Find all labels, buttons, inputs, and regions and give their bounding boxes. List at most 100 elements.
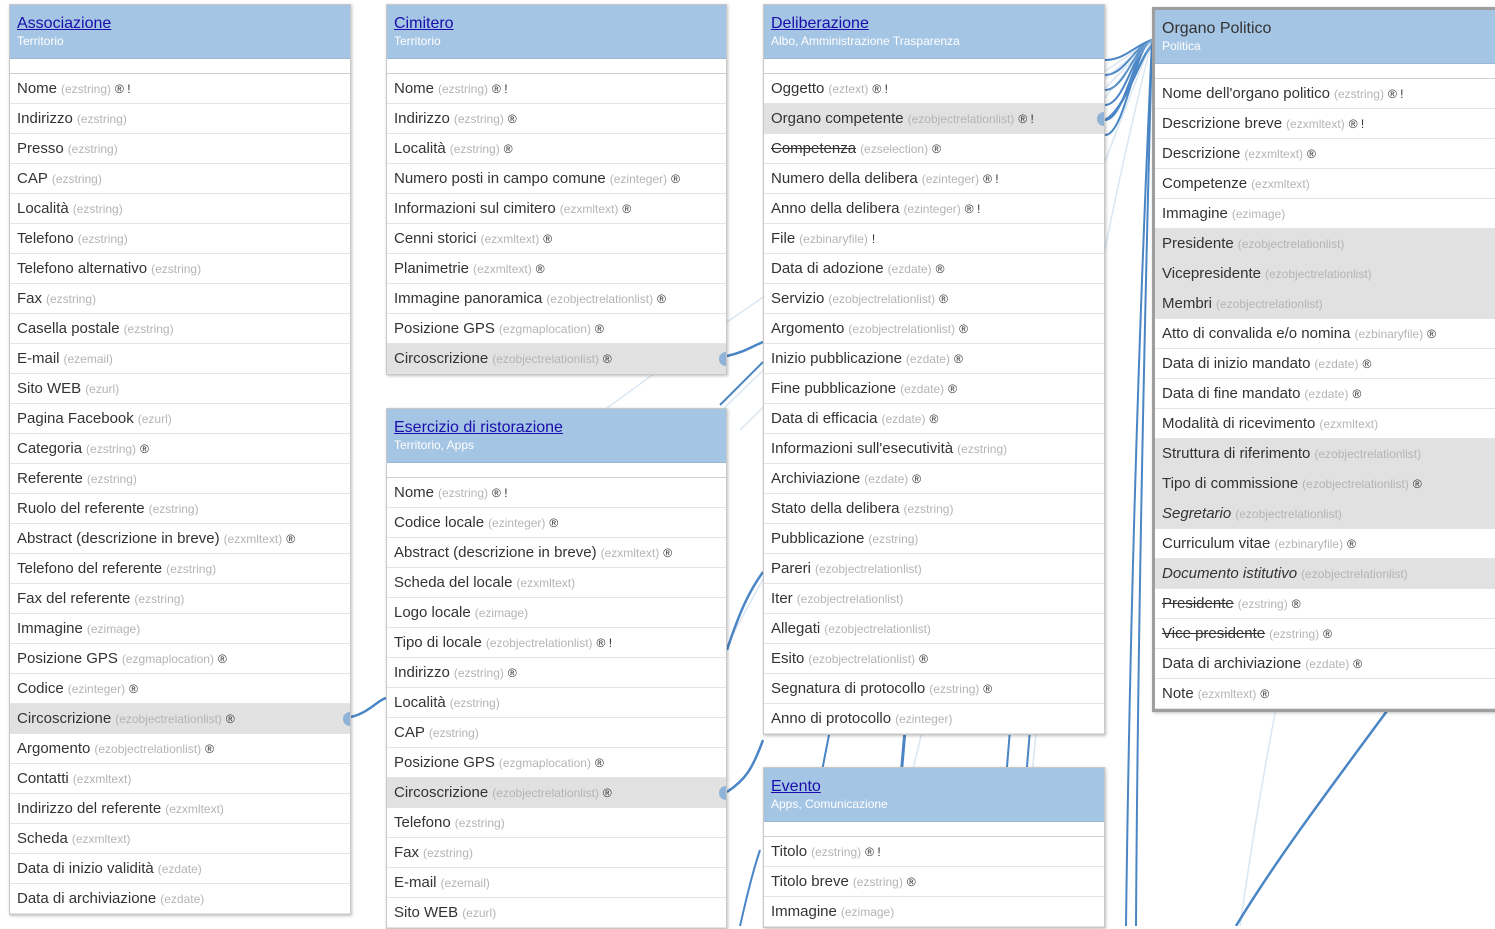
field-datatype: (ezinteger) — [609, 172, 668, 186]
field-name: CAP — [17, 170, 48, 187]
field-datatype: (ezstring) — [453, 112, 504, 126]
field-row[interactable]: Membri (ezobjectrelationlist) — [1155, 289, 1495, 319]
field-datatype: (ezstring) — [852, 875, 903, 889]
field-name: E-mail — [394, 874, 437, 891]
card-title-link[interactable]: Esercizio di ristorazione — [394, 418, 719, 437]
field-datatype: (ezdate) — [1304, 387, 1349, 401]
field-datatype: (ezstring) — [77, 232, 128, 246]
field-name: Categoria — [17, 440, 83, 457]
field-row[interactable]: Circoscrizione (ezobjectrelationlist) ® — [387, 344, 726, 374]
field-row[interactable]: Circoscrizione (ezobjectrelationlist) ® — [387, 778, 726, 808]
field-row[interactable]: Organo competente (ezobjectrelationlist) ®… — [764, 104, 1104, 134]
field-row: Data di archiviazione (ezdate) ® — [1155, 649, 1495, 679]
field-datatype: (ezurl) — [85, 382, 120, 396]
field-datatype: (ezobjectrelationlist) — [492, 786, 599, 800]
card-title-link[interactable]: Evento — [771, 777, 1097, 796]
field-datatype: (ezurl) — [462, 906, 497, 920]
card-title-link[interactable]: Associazione — [17, 14, 343, 33]
field-flags: ® — [935, 262, 945, 276]
class-card-associazione: Associazione Territorio Nome (ezstring) ® ! I… — [9, 4, 351, 915]
field-row[interactable]: Documento istitutivo (ezobjectrelationlis… — [1155, 559, 1495, 589]
field-name: Organo competente — [771, 110, 904, 127]
field-row: Descrizione breve (ezxmltext) ® ! — [1155, 109, 1495, 139]
field-name: Immagine — [17, 620, 83, 637]
field-flags: ® ! — [1018, 112, 1034, 126]
card-title-link[interactable]: Organo Politico — [1162, 19, 1492, 38]
field-name: Stato della delibera — [771, 500, 900, 517]
field-name: File — [771, 230, 796, 247]
field-row: Tipo di locale (ezobjectrelationlist) ® ! — [387, 628, 726, 658]
field-datatype: (ezobjectrelationlist) — [1235, 507, 1342, 521]
field-name: Circoscrizione — [394, 350, 489, 367]
class-card-esercizio-di-ristorazione: Esercizio di ristorazione Territorio, App… — [386, 408, 727, 929]
field-name: Inizio pubblicazione — [771, 350, 902, 367]
field-flags: ® ! — [964, 202, 981, 216]
field-row[interactable]: Circoscrizione (ezobjectrelationlist) ® — [10, 704, 350, 734]
field-row: Immagine (ezimage) — [764, 897, 1104, 927]
field-datatype: (ezobjectrelationlist) — [815, 562, 922, 576]
field-datatype: (ezobjectrelationlist) — [824, 622, 931, 636]
field-flags: ® ! — [865, 845, 881, 859]
field-datatype: (ezdate) — [1305, 657, 1350, 671]
relation-anchor-icon[interactable] — [343, 712, 350, 726]
field-flags: ® — [948, 382, 957, 396]
field-row: CAP (ezstring) — [387, 718, 726, 748]
field-row[interactable]: Segretario (ezobjectrelationlist) — [1155, 499, 1495, 529]
field-row: Segnatura di protocollo (ezstring) ® — [764, 674, 1104, 704]
field-datatype: (ezxmltext) — [1251, 177, 1310, 191]
relation-anchor-icon[interactable] — [719, 352, 726, 366]
card-spacer — [1155, 64, 1495, 79]
field-name: Descrizione breve — [1162, 115, 1283, 132]
field-datatype: (ezobjectrelationlist) — [546, 292, 654, 306]
card-groups: Apps, Comunicazione — [771, 797, 888, 811]
field-flags: ® ! — [1348, 117, 1365, 131]
field-name: Posizione GPS — [394, 320, 495, 337]
field-row[interactable]: Struttura di riferimento (ezobjectrelatio… — [1155, 439, 1495, 469]
card-title-link[interactable]: Cimitero — [394, 14, 719, 33]
field-datatype: (ezgmaplocation) — [498, 322, 591, 336]
field-row: Scheda del locale (ezxmltext) — [387, 568, 726, 598]
relation-anchor-icon[interactable] — [1097, 112, 1104, 126]
field-datatype: (ezxmltext) — [473, 262, 532, 276]
field-row: Titolo (ezstring) ® ! — [764, 837, 1104, 867]
field-name: Pubblicazione — [771, 530, 865, 547]
field-datatype: (ezimage) — [1231, 207, 1286, 221]
card-spacer — [764, 59, 1104, 74]
relation-line — [1135, 39, 1153, 926]
field-row: Servizio (ezobjectrelationlist) ® — [764, 284, 1104, 314]
field-name: Anno della delibera — [771, 200, 900, 217]
field-name: Competenza — [771, 140, 857, 157]
field-row: Immagine (ezimage) — [1155, 199, 1495, 229]
field-row: Sito WEB (ezurl) — [10, 374, 350, 404]
field-name: Argomento — [17, 740, 91, 757]
field-row: Telefono del referente (ezstring) — [10, 554, 350, 584]
field-datatype: (ezobjectrelationlist) — [796, 592, 904, 606]
field-row: Casella postale (ezstring) — [10, 314, 350, 344]
field-datatype: (ezbinaryfile) — [799, 232, 868, 246]
field-flags: ® — [535, 262, 545, 276]
relation-line — [1104, 44, 1153, 122]
field-name: Località — [17, 200, 69, 217]
field-name: Data di inizio mandato — [1162, 355, 1311, 372]
field-name: Indirizzo — [17, 110, 73, 127]
field-row[interactable]: Tipo di commissione (ezobjectrelationlist… — [1155, 469, 1495, 499]
field-name: Telefono del referente — [17, 560, 163, 577]
field-name: Vicepresidente — [1162, 265, 1261, 282]
field-datatype: (ezdate) — [1314, 357, 1359, 371]
field-row[interactable]: Presidente (ezobjectrelationlist) — [1155, 229, 1495, 259]
field-name: Abstract (descrizione in breve) — [17, 530, 220, 547]
field-name: Segnatura di protocollo — [771, 680, 926, 697]
field-flags: ® — [622, 202, 632, 216]
field-row: Fax (ezstring) — [387, 838, 726, 868]
field-datatype: (ezobjectrelationlist) — [848, 322, 956, 336]
card-title-link[interactable]: Deliberazione — [771, 14, 1097, 33]
relation-line — [1104, 39, 1153, 61]
field-name: Indirizzo del referente — [17, 800, 162, 817]
relation-anchor-icon[interactable] — [719, 786, 726, 800]
field-datatype: (ezstring) — [449, 696, 500, 710]
field-name: Anno di protocollo — [771, 710, 892, 727]
field-datatype: (ezstring) — [86, 472, 137, 486]
field-row[interactable]: Vicepresidente (ezobjectrelationlist) — [1155, 259, 1495, 289]
field-name: Nome — [394, 80, 435, 97]
card-header: Associazione Territorio — [10, 5, 350, 59]
